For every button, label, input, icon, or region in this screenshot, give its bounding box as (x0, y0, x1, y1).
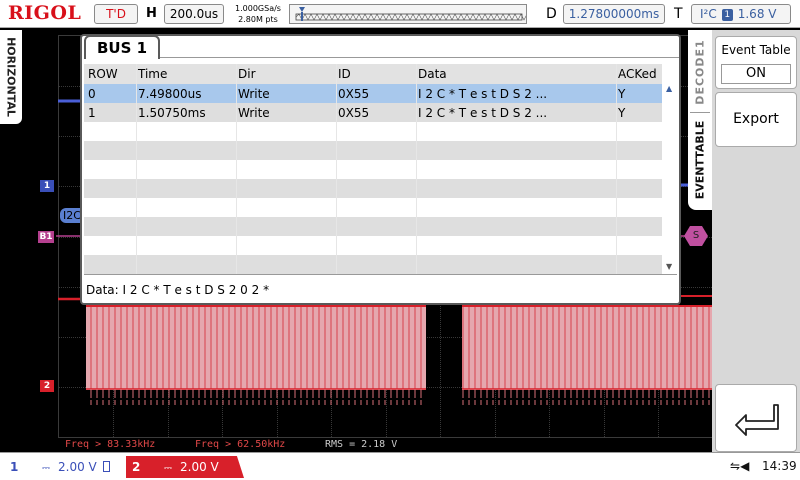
empty-row (84, 217, 662, 236)
ch2-offset-marker[interactable]: 2 (40, 380, 54, 392)
ch1-settings[interactable]: 1 ⎓ 2.00 V (10, 456, 116, 478)
column-header-data: Data (418, 67, 447, 81)
clock: 14:39 (762, 459, 797, 473)
ch1-offset-marker[interactable]: 1 (40, 180, 54, 192)
empty-row (84, 236, 662, 255)
detail-divider (84, 274, 677, 275)
cell-acked: Y (618, 106, 626, 120)
cell-time: 1.50750ms (138, 106, 206, 120)
ch2-scale: 2.00 V (180, 460, 219, 474)
table-row[interactable]: 0 7.49800us Write 0X55 I 2 C * T e s t D… (84, 84, 662, 103)
system-icons: ⇋◀ (730, 459, 749, 473)
column-separator (336, 64, 337, 274)
tab-divider (160, 57, 679, 58)
dc-coupling-icon: ⎓ (164, 463, 172, 474)
event-table-button[interactable]: Event Table ON (715, 36, 797, 89)
column-separator (616, 64, 617, 274)
event-table-value: ON (721, 64, 791, 84)
event-table-header: ROW Time Dir ID Data ACKed (84, 64, 662, 84)
cell-data: I 2 C * T e s t D S 2 ... (418, 87, 548, 101)
bus1-event-window[interactable]: BUS 1 ROW Time Dir ID Data ACKed 0 7.498… (80, 34, 681, 305)
tab-divider (690, 112, 710, 113)
ch2-settings[interactable]: 2 ⎓ 2.00 V (126, 456, 244, 478)
return-arrow-icon (735, 404, 779, 436)
column-separator (236, 64, 237, 274)
empty-row (84, 160, 662, 179)
right-side-tabs[interactable]: DECODE1 EVENTTABLE (688, 30, 712, 210)
cell-id: 0X55 (338, 87, 370, 101)
column-separator (136, 64, 137, 274)
selected-event-data: Data: I 2 C * T e s t D S 2 0 2 * (86, 283, 270, 297)
usb-icon: ⇋ (730, 459, 741, 473)
tab-decode1[interactable]: DECODE1 (694, 39, 707, 104)
column-header-id: ID (338, 67, 351, 81)
scroll-up-icon[interactable]: ▲ (666, 84, 672, 93)
column-separator (416, 64, 417, 274)
ch1-scale: 2.00 V (58, 460, 97, 474)
export-button[interactable]: Export (715, 92, 797, 147)
ch2-burst-edges (86, 306, 426, 390)
empty-row (84, 141, 662, 160)
cell-dir: Write (238, 87, 270, 101)
event-table[interactable]: ROW Time Dir ID Data ACKed 0 7.49800us W… (84, 64, 662, 293)
softkey-menu: Event Table ON Export (712, 30, 800, 452)
column-header-time: Time (138, 67, 168, 81)
ch2-burst-ticks (86, 389, 426, 405)
bottom-status-bar: 1 ⎓ 2.00 V 2 ⎓ 2.00 V ⇋◀ 14:39 (0, 452, 800, 480)
cell-time: 7.49800us (138, 87, 202, 101)
table-scrollbar[interactable]: ▲ ▼ (666, 84, 673, 271)
measurement-freq-1: Freq > 83.33kHz (65, 439, 156, 450)
bandwidth-limit-icon (102, 461, 110, 472)
cell-row: 1 (88, 106, 96, 120)
column-header-acked: ACKed (618, 67, 657, 81)
ch1-number: 1 (10, 460, 19, 474)
cell-data: I 2 C * T e s t D S 2 ... (418, 106, 548, 120)
ch2-burst-ticks (462, 389, 712, 405)
measurement-bar: Freq > 83.33kHz Freq > 62.50kHz RMS = 2.… (58, 438, 713, 452)
bus1-offset-marker[interactable]: B1 (38, 231, 54, 243)
empty-row (84, 255, 662, 274)
column-header-dir: Dir (238, 67, 256, 81)
export-label: Export (733, 111, 779, 127)
cell-dir: Write (238, 106, 270, 120)
cell-row: 0 (88, 87, 96, 101)
event-table-label: Event Table (721, 43, 791, 57)
dc-coupling-icon: ⎓ (42, 463, 50, 474)
empty-row (84, 198, 662, 217)
empty-row (84, 179, 662, 198)
table-row[interactable]: 1 1.50750ms Write 0X55 I 2 C * T e s t D… (84, 103, 662, 122)
cell-acked: Y (618, 87, 626, 101)
measurement-freq-2: Freq > 62.50kHz (195, 439, 286, 450)
ch2-number: 2 (132, 460, 141, 474)
scroll-down-icon[interactable]: ▼ (666, 262, 672, 271)
tab-eventtable[interactable]: EVENTTABLE (694, 121, 707, 200)
back-button[interactable] (715, 384, 797, 452)
measurement-rms: RMS = 2.18 V (325, 439, 398, 450)
empty-row (84, 122, 662, 141)
ch2-burst-edges (462, 306, 712, 390)
cell-id: 0X55 (338, 106, 370, 120)
speaker-icon[interactable]: ◀ (740, 459, 749, 473)
column-header-row: ROW (88, 67, 118, 81)
bus1-tab[interactable]: BUS 1 (84, 35, 160, 59)
